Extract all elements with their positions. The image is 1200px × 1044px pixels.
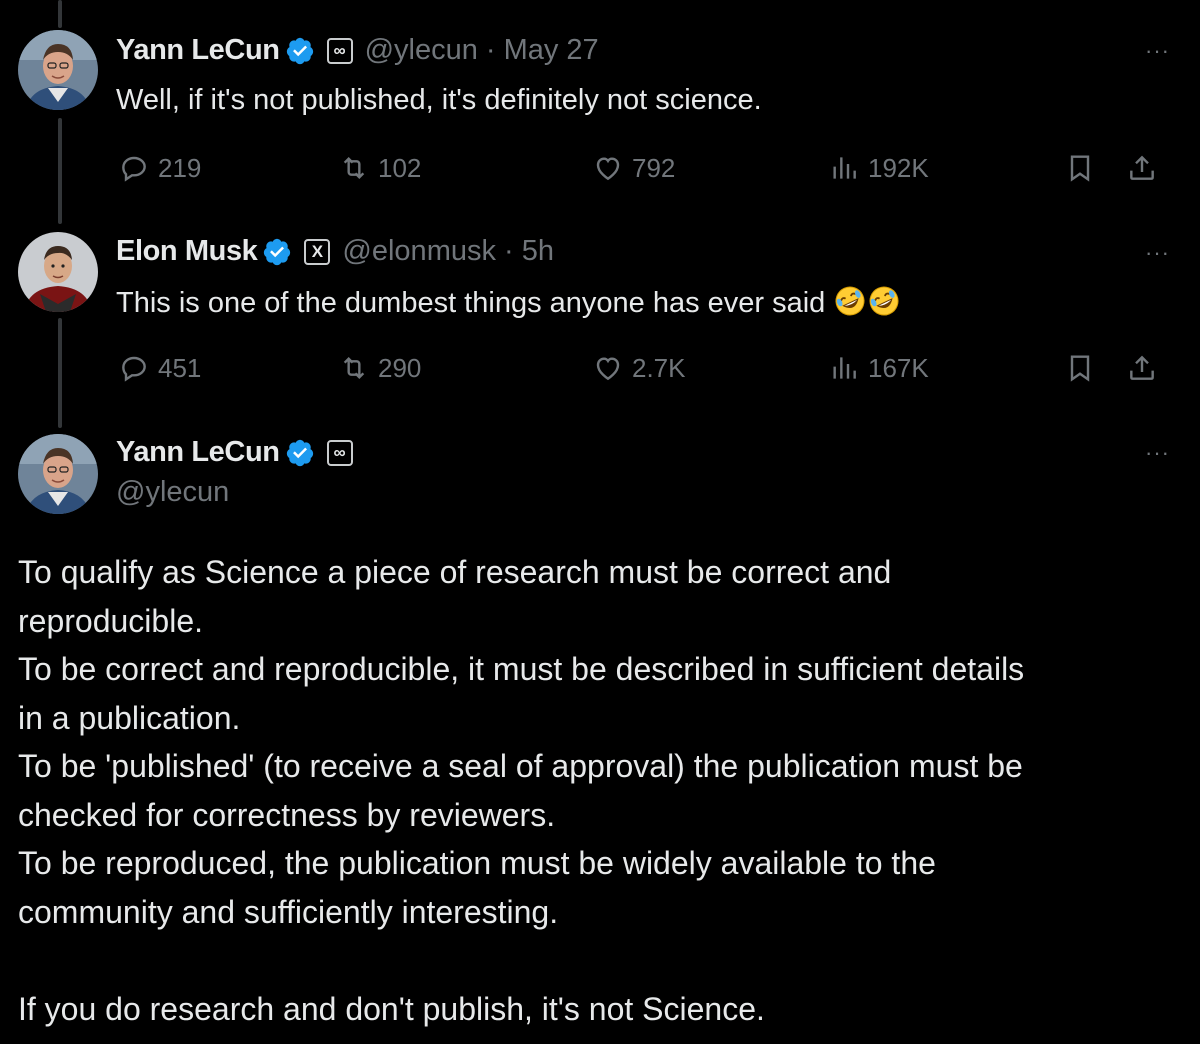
- reply-icon: [122, 356, 146, 382]
- bookmark-button[interactable]: [1064, 148, 1096, 188]
- thread-line: [58, 318, 62, 428]
- more-options-icon[interactable]: ···: [1145, 240, 1170, 266]
- bookmark-icon: [1070, 155, 1090, 182]
- tweet-text-line: To qualify as Science a piece of researc…: [18, 554, 892, 590]
- share-button[interactable]: [1126, 348, 1158, 388]
- tweet-header: Yann LeCun ∞ @ylecun · May 27: [116, 34, 599, 67]
- username-handle[interactable]: @ylecun: [365, 34, 478, 67]
- views-count: 192K: [868, 152, 929, 183]
- avatar-ylecun[interactable]: [18, 434, 98, 514]
- affiliation-badge-meta-icon[interactable]: ∞: [326, 37, 353, 64]
- display-name[interactable]: Elon Musk: [116, 235, 258, 268]
- tweet-text: Well, if it's not published, it's defini…: [116, 84, 762, 116]
- more-options-icon[interactable]: ···: [1145, 38, 1170, 64]
- bookmark-button[interactable]: [1064, 348, 1096, 388]
- like-button[interactable]: 792: [592, 148, 675, 188]
- reply-button[interactable]: 451: [118, 348, 201, 388]
- share-icon: [1130, 355, 1154, 380]
- tweet-text-line: To be correct and reproducible, it must …: [18, 651, 1025, 687]
- tweet-text-content: This is one of the dumbest things anyone…: [116, 287, 826, 319]
- tweet-text-line: If you do research and don't publish, it…: [18, 990, 765, 1027]
- tweet-text: This is one of the dumbest things anyone…: [116, 284, 901, 320]
- views-chart-icon: [833, 357, 856, 379]
- tweet-actions: 451 290 2.7K 167K: [116, 348, 1176, 388]
- views-chart-icon: [833, 157, 856, 179]
- repost-icon: [343, 356, 365, 380]
- thread-line: [58, 0, 62, 28]
- tweet-header: Yann LeCun ∞: [116, 436, 353, 469]
- repost-icon: [343, 156, 365, 180]
- timestamp[interactable]: · May 27: [486, 34, 599, 67]
- tweet-text-line: checked for correctness by reviewers.: [18, 796, 556, 833]
- share-icon: [1130, 155, 1154, 180]
- tweet-text-line: reproducible.: [18, 602, 203, 639]
- avatar-elonmusk[interactable]: [18, 232, 98, 312]
- share-button[interactable]: [1126, 148, 1158, 188]
- tweet-text-line: in a publication.: [18, 699, 241, 736]
- avatar-ylecun[interactable]: [18, 30, 98, 110]
- display-name[interactable]: Yann LeCun: [116, 436, 280, 469]
- reply-count: 451: [158, 352, 202, 383]
- verified-badge-icon: [262, 237, 292, 267]
- repost-button[interactable]: 290: [338, 348, 421, 388]
- repost-count: 290: [378, 352, 422, 383]
- like-count: 792: [632, 152, 676, 183]
- affiliation-badge-meta-icon[interactable]: ∞: [326, 439, 353, 466]
- thread-line: [58, 118, 62, 224]
- verified-badge-icon: [285, 438, 315, 468]
- like-button[interactable]: 2.7K: [592, 348, 686, 388]
- tweet-text-line: community and sufficiently interesting.: [18, 893, 559, 930]
- username-handle[interactable]: @ylecun: [116, 476, 229, 509]
- like-count: 2.7K: [632, 352, 686, 383]
- display-name[interactable]: Yann LeCun: [116, 34, 280, 67]
- reply-count: 219: [158, 152, 202, 183]
- main-tweet-text: To qualify as Science a piece of researc…: [18, 548, 1188, 1033]
- rolling-on-floor-laughing-emoji-icon: [833, 284, 867, 318]
- reply-button[interactable]: 219: [118, 148, 201, 188]
- affiliation-badge-x-icon[interactable]: X: [304, 238, 331, 265]
- views-count: 167K: [868, 352, 929, 383]
- heart-icon: [596, 357, 620, 381]
- tweet-header: Elon Musk X @elonmusk · 5h: [116, 235, 554, 268]
- tweet-text-line: To be 'published' (to receive a seal of …: [18, 748, 1023, 784]
- views-button[interactable]: 192K: [828, 148, 929, 188]
- timestamp[interactable]: · 5h: [504, 235, 554, 268]
- views-button[interactable]: 167K: [828, 348, 929, 388]
- rolling-on-floor-laughing-emoji-icon: [867, 284, 901, 318]
- heart-icon: [596, 157, 620, 181]
- repost-button[interactable]: 102: [338, 148, 421, 188]
- tweet-actions: 219 102 792 192K: [116, 148, 1176, 188]
- tweet-text-line: To be reproduced, the publication must b…: [18, 845, 936, 881]
- username-handle[interactable]: @elonmusk: [342, 235, 496, 268]
- bookmark-icon: [1070, 355, 1090, 382]
- reply-icon: [122, 156, 146, 182]
- more-options-icon[interactable]: ···: [1145, 440, 1170, 466]
- verified-badge-icon: [285, 36, 315, 66]
- repost-count: 102: [378, 152, 422, 183]
